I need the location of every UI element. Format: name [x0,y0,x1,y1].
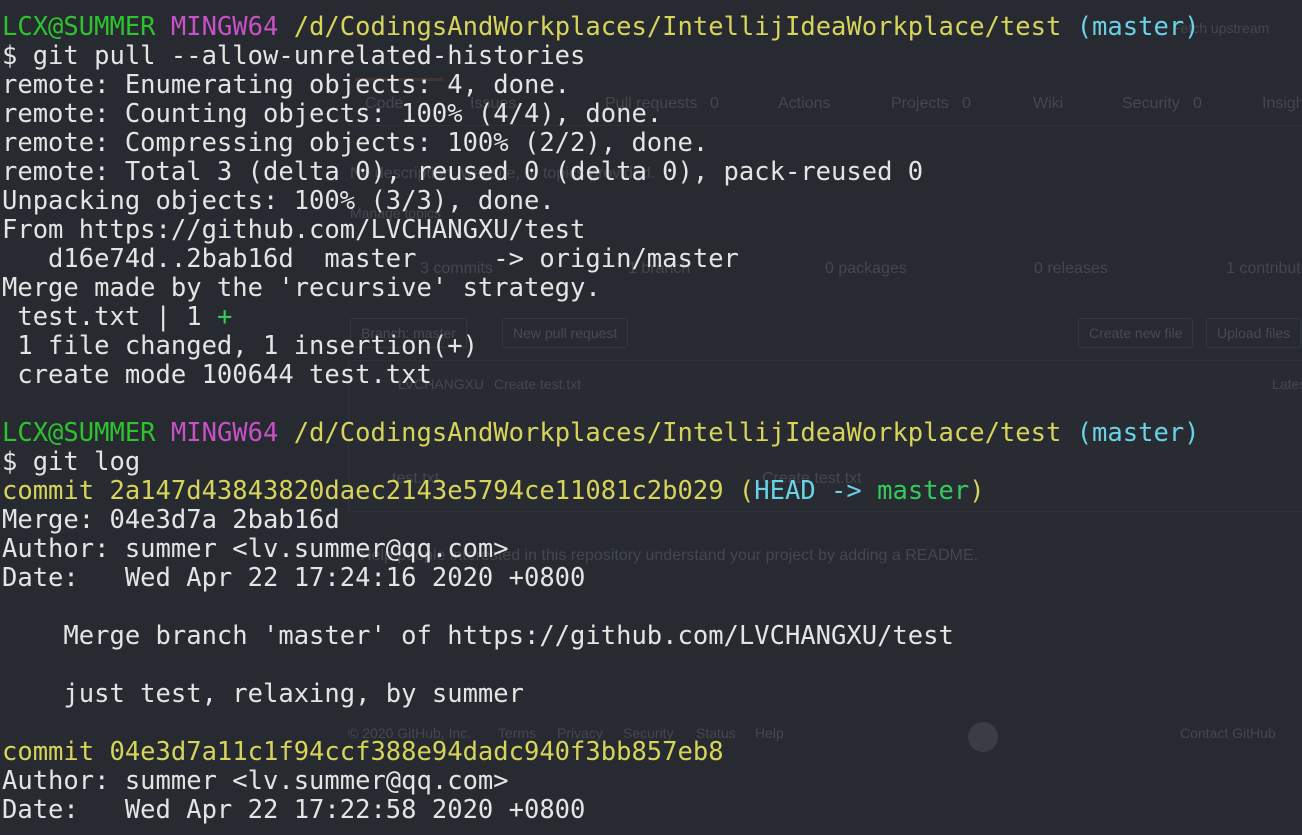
output-line: d16e74d..2bab16d master -> origin/master [2,244,739,274]
output-line: remote: Total 3 (delta 0), reused 0 (del… [2,157,924,187]
terminal-output[interactable]: LCX@SUMMER MINGW64 /d/CodingsAndWorkplac… [0,0,1302,835]
commit-hash-line: commit 04e3d7a11c1f94ccf388e94dadc940f3b… [2,737,724,767]
ref-close: ) [969,476,985,506]
ref-head: HEAD -> [754,476,878,506]
command-line-git-pull: $ git pull --allow-unrelated-histories [2,41,586,71]
output-line: remote: Enumerating objects: 4, done. [2,70,571,100]
command-line-git-log: $ git log [2,447,141,477]
commit-merge: Merge: 04e3d7a 2bab16d [2,505,340,535]
output-line: From https://github.com/LVCHANGXU/test [2,215,586,245]
commit-author: Author: summer <lv.summer@qq.com> [2,766,509,796]
diffstat-file: test.txt | 1 [2,302,217,332]
prompt-shell: MINGW64 [170,418,279,448]
prompt-branch: (master) [1076,418,1200,448]
output-line: 1 file changed, 1 insertion(+) [2,331,478,361]
output-line: Merge made by the 'recursive' strategy. [2,273,601,303]
prompt-branch: (master) [1076,12,1200,42]
prompt-shell: MINGW64 [170,12,279,42]
diffstat-plus: + [216,302,233,332]
prompt-line-1: LCX@SUMMER MINGW64 /d/CodingsAndWorkplac… [2,13,1200,42]
prompt-line-2: LCX@SUMMER MINGW64 /d/CodingsAndWorkplac… [2,419,1200,448]
commit-hash: commit 2a147d43843820daec2143e5794ce1108… [2,476,724,506]
commit-message: Merge branch 'master' of https://github.… [2,621,954,651]
commit-message: just test, relaxing, by summer [2,679,524,709]
commit-author: Author: summer <lv.summer@qq.com> [2,534,509,564]
prompt-user: LCX@SUMMER [2,12,156,42]
commit-hash-line: commit 2a147d43843820daec2143e5794ce1108… [2,477,985,506]
diffstat-line: test.txt | 1 + [2,303,232,332]
prompt-user: LCX@SUMMER [2,418,156,448]
output-line: Unpacking objects: 100% (3/3), done. [2,186,555,216]
commit-date: Date: Wed Apr 22 17:22:58 2020 +0800 [2,795,586,825]
commit-date: Date: Wed Apr 22 17:24:16 2020 +0800 [2,563,586,593]
output-line: remote: Counting objects: 100% (4/4), do… [2,99,663,129]
ref-branch: master [877,476,970,506]
prompt-path: /d/CodingsAndWorkplaces/IntellijIdeaWork… [293,12,1062,42]
output-line: remote: Compressing objects: 100% (2/2),… [2,128,709,158]
ref-open: ( [738,476,755,506]
output-line: create mode 100644 test.txt [2,360,432,390]
prompt-path: /d/CodingsAndWorkplaces/IntellijIdeaWork… [293,418,1062,448]
